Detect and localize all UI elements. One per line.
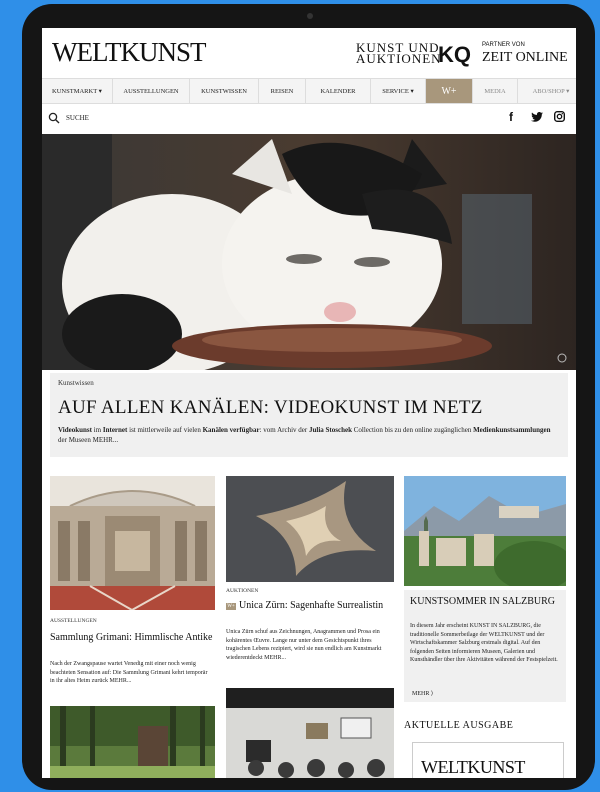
search-icon[interactable]	[48, 112, 60, 124]
feature-more-link[interactable]: MEHR...	[93, 436, 118, 444]
nav-media[interactable]: MEDIA	[473, 79, 518, 103]
kq-logo[interactable]: KQ	[438, 42, 471, 68]
search-bar: SUCHE f	[42, 104, 576, 132]
feature-article[interactable]: Kunstwissen AUF ALLEN KANÄLEN: VIDEOKUNS…	[50, 373, 568, 457]
zuern-kicker[interactable]: AUKTIONEN	[226, 588, 258, 594]
hero-image[interactable]	[42, 134, 576, 370]
hero-cat-illustration	[42, 134, 576, 370]
teaser-bold-5: Medienkunstsammlungen	[473, 426, 551, 434]
teaser-text-5: der Museen	[58, 436, 93, 444]
forest-illustration	[50, 706, 215, 778]
article-card-grimani[interactable]: AUSSTELLUNGEN Sammlung Grimani: Himmlisc…	[50, 476, 215, 706]
zuern-image[interactable]	[226, 476, 394, 582]
auction-illustration	[226, 688, 394, 778]
teaser-bold-1: Videokunst	[58, 426, 92, 434]
nav-kunstwissen[interactable]: KUNSTWISSEN	[190, 79, 259, 103]
nav-reisen[interactable]: REISEN	[259, 79, 306, 103]
grimani-image[interactable]	[50, 476, 215, 610]
nav-service[interactable]: SERVICE ▾	[371, 79, 426, 103]
main-nav: KUNSTMARKT ▾ AUSSTELLUNGEN KUNSTWISSEN R…	[42, 78, 576, 104]
auction-room-image[interactable]	[226, 688, 394, 778]
teaser-text-2: ist mittlerweile auf vielen	[127, 426, 203, 434]
salzburg-teaser: In diesem Jahr erscheint KUNST IN SALZBU…	[410, 623, 558, 663]
instagram-icon[interactable]	[554, 111, 565, 122]
article-card-zuern[interactable]: AUKTIONEN W+ Unica Zürn: Sagenhafte Surr…	[226, 476, 394, 706]
forest-sculpture-image[interactable]	[50, 706, 215, 778]
salzburg-text-box[interactable]: KUNSTSOMMER IN SALZBURG In diesem Jahr e…	[404, 590, 566, 702]
teaser-text-4: Collection bis zu den online zugängliche…	[351, 426, 474, 434]
kua-line-2: AUKTIONEN	[356, 51, 442, 66]
masthead: WELTKUNST KUNST UND AUKTIONEN KQ PARTNER…	[42, 28, 576, 78]
teaser-bold-4: Julia Stoschek	[308, 426, 352, 434]
zuern-teaser: Unica Zürn schuf aus Zeichnungen, Anagra…	[226, 629, 382, 661]
feature-teaser: Videokunst im Internet ist mittlerweile …	[58, 425, 558, 445]
facebook-icon[interactable]: f	[509, 110, 513, 124]
browser-screen: WELTKUNST KUNST UND AUKTIONEN KQ PARTNER…	[42, 28, 576, 778]
teaser-text-3: : vom Archiv der	[259, 426, 309, 434]
grimani-illustration	[50, 476, 215, 610]
zuern-title[interactable]: Unica Zürn: Sagenhafte Surrealistin	[226, 600, 391, 612]
feature-kicker[interactable]: Kunstwissen	[58, 379, 94, 387]
grimani-title[interactable]: Sammlung Grimani: Himmlische Antike	[50, 632, 215, 644]
grimani-kicker[interactable]: AUSSTELLUNGEN	[50, 618, 97, 624]
nav-abo-shop[interactable]: ABO/SHOP ▾	[518, 79, 576, 103]
twitter-icon[interactable]	[531, 112, 543, 122]
grimani-teaser: Nach der Zwangspause wartet Venedig mit …	[50, 661, 208, 684]
salzburg-more-link[interactable]: MEHR ⟩	[412, 690, 433, 699]
current-issue-heading: AKTUELLE AUSGABE	[404, 720, 514, 731]
partner-label: PARTNER VON	[482, 42, 525, 48]
feature-headline[interactable]: AUF ALLEN KANÄLEN: VIDEOKUNST IM NETZ	[58, 397, 483, 419]
search-label[interactable]: SUCHE	[66, 114, 89, 122]
current-issue-title: WELTKUNST	[421, 757, 525, 777]
nav-ausstellungen[interactable]: AUSSTELLUNGEN	[113, 79, 190, 103]
nav-kunstmarkt[interactable]: KUNSTMARKT ▾	[42, 79, 113, 103]
teaser-bold-2: Internet	[102, 426, 128, 434]
teaser-bold-3: Kanälen verfügbar	[202, 426, 260, 434]
salzburg-title[interactable]: KUNSTSOMMER IN SALZBURG	[410, 596, 560, 608]
tablet-frame: WELTKUNST KUNST UND AUKTIONEN KQ PARTNER…	[22, 4, 595, 790]
site-logo[interactable]: WELTKUNST	[52, 37, 206, 68]
kunst-und-auktionen-logo[interactable]: KUNST UND AUKTIONEN	[356, 41, 442, 66]
camera	[307, 13, 313, 19]
salzburg-image[interactable]	[404, 476, 566, 586]
zeit-online-logo[interactable]: ZEIT ONLINE	[482, 50, 568, 66]
current-issue-cover[interactable]: WELTKUNST	[412, 742, 564, 778]
nav-kalender[interactable]: KALENDER	[306, 79, 371, 103]
nav-wplus[interactable]: W+	[426, 79, 473, 103]
salzburg-illustration	[404, 476, 566, 586]
teaser-text-1: im	[91, 426, 103, 434]
zuern-illustration	[226, 476, 394, 582]
